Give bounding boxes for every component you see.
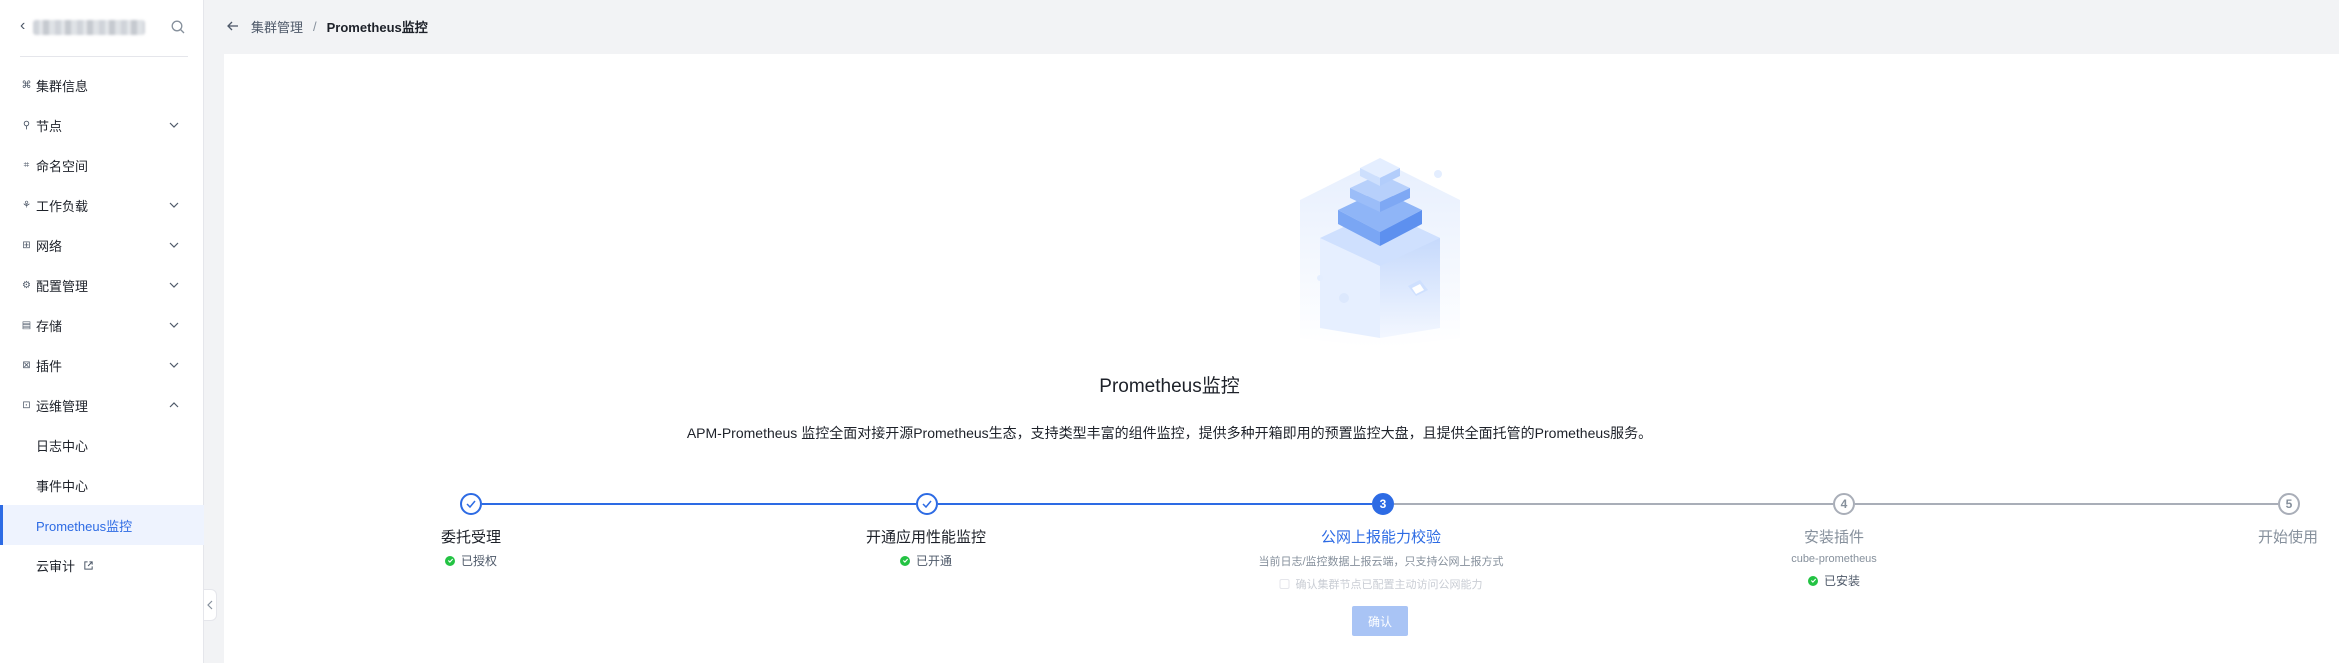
step-4-status: 已安装 (1807, 572, 1861, 589)
chevron-left-icon (207, 600, 213, 610)
chevron-down-icon (169, 122, 179, 128)
step-3-confirm-checkbox[interactable]: 确认集群节点已配置主动访问公网能力 (1279, 576, 1483, 592)
sidebar-item-event-center[interactable]: 事件中心 (0, 465, 204, 505)
step-4-note: cube-prometheus (1791, 553, 1877, 565)
step-4-number: 4 (1833, 493, 1855, 515)
chevron-down-icon (169, 242, 179, 248)
sidebar-item-network[interactable]: ⊞ 网络 (0, 225, 204, 265)
sidebar-item-storage[interactable]: ▤ 存储 (0, 305, 204, 345)
chevron-down-icon (169, 322, 179, 328)
breadcrumb-parent-link[interactable]: 集群管理 (251, 17, 303, 36)
breadcrumb-current: Prometheus监控 (326, 19, 428, 35)
sidebar: ‹ ⌘ 集群信息 ⚲ 节点 ⌗ 命名空间 ⚘ 工作负载 ⊞ 网络 ⚙ 配置管理 … (0, 0, 204, 663)
sidebar-item-prometheus[interactable]: Prometheus监控 (0, 505, 204, 545)
back-arrow-icon[interactable] (225, 18, 241, 34)
back-chevron-icon[interactable]: ‹ (20, 17, 25, 35)
ops-icon: ⊡ (22, 399, 31, 411)
step-3-note: 当前日志/监控数据上报云端，只支持公网上报方式 (1258, 556, 1504, 568)
step-1-done-icon (460, 493, 482, 515)
success-check-icon (444, 555, 455, 566)
sidebar-item-workload[interactable]: ⚘ 工作负载 (0, 185, 204, 225)
sidebar-item-cloud-audit[interactable]: 云审计 (0, 545, 204, 585)
config-icon: ⚙ (22, 279, 31, 291)
sidebar-header: ‹ (0, 0, 204, 56)
sidebar-nav: ⌘ 集群信息 ⚲ 节点 ⌗ 命名空间 ⚘ 工作负载 ⊞ 网络 ⚙ 配置管理 ▤ (0, 65, 204, 585)
confirm-button[interactable]: 确认 (1352, 606, 1408, 636)
node-icon: ⚲ (22, 119, 31, 131)
breadcrumb: 集群管理 / Prometheus监控 (205, 0, 2339, 52)
step-connector (938, 503, 1372, 505)
external-link-icon (84, 560, 93, 570)
page-title: Prometheus监控 (1099, 376, 1240, 397)
sidebar-item-label: 云审计 (36, 558, 76, 574)
sidebar-item-label: 命名空间 (36, 158, 89, 174)
page-description: APM-Prometheus 监控全面对接开源Prometheus生态，支持类型… (686, 425, 1653, 441)
step-3-label: 公网上报能力校验 (1320, 529, 1442, 546)
step-5-number: 5 (2278, 493, 2300, 515)
sidebar-item-label: 存储 (36, 318, 63, 334)
plugin-icon: ⊠ (22, 359, 31, 371)
sidebar-item-config[interactable]: ⚙ 配置管理 (0, 265, 204, 305)
step-connector (1394, 503, 1833, 505)
sidebar-item-label: 工作负载 (36, 198, 89, 214)
prometheus-illustration (1300, 158, 1460, 348)
success-check-icon (899, 555, 910, 566)
step-1-status-text: 已授权 (460, 554, 498, 568)
search-icon[interactable] (170, 19, 186, 35)
sidebar-item-nodes[interactable]: ⚲ 节点 (0, 105, 204, 145)
step-1-status: 已授权 (444, 552, 498, 569)
chevron-down-icon (169, 202, 179, 208)
checkbox-icon[interactable] (1279, 579, 1290, 589)
sidebar-item-namespace[interactable]: ⌗ 命名空间 (0, 145, 204, 185)
step-connector (1855, 503, 2278, 505)
sidebar-collapse-button[interactable] (204, 589, 217, 621)
step-3-number: 3 (1372, 493, 1394, 515)
cluster-info-icon: ⌘ (21, 79, 32, 91)
storage-icon: ▤ (21, 319, 32, 331)
sidebar-divider (20, 56, 188, 57)
sidebar-item-label: 节点 (36, 118, 63, 134)
step-3-checkbox-label: 确认集群节点已配置主动访问公网能力 (1295, 579, 1483, 591)
step-4-label: 安装插件 (1803, 529, 1865, 546)
sidebar-item-cluster-info[interactable]: ⌘ 集群信息 (0, 65, 204, 105)
chevron-down-icon (169, 362, 179, 368)
check-icon (922, 500, 932, 509)
sidebar-item-label: 事件中心 (36, 478, 89, 494)
breadcrumb-separator: / (313, 18, 317, 34)
step-2-label: 开通应用性能监控 (865, 529, 987, 546)
network-icon: ⊞ (22, 239, 31, 251)
chevron-up-icon (169, 402, 179, 408)
cluster-name-redacted (33, 20, 145, 35)
namespace-icon: ⌗ (23, 159, 30, 171)
step-2-done-icon (916, 493, 938, 515)
step-5-label: 开始使用 (2257, 529, 2319, 546)
step-2-status: 已开通 (899, 552, 953, 569)
sidebar-item-label: Prometheus监控 (36, 518, 133, 534)
workload-icon: ⚘ (22, 199, 31, 211)
sidebar-item-label: 配置管理 (36, 278, 89, 294)
step-1-label: 委托受理 (440, 529, 502, 546)
step-connector (482, 503, 916, 505)
success-check-icon (1807, 575, 1818, 586)
sidebar-item-label: 网络 (36, 238, 63, 254)
sidebar-item-label: 集群信息 (36, 78, 89, 94)
sidebar-item-label: 运维管理 (36, 398, 89, 414)
chevron-down-icon (169, 282, 179, 288)
check-icon (466, 500, 476, 509)
step-4-status-text: 已安装 (1823, 574, 1861, 588)
step-2-status-text: 已开通 (915, 554, 953, 568)
